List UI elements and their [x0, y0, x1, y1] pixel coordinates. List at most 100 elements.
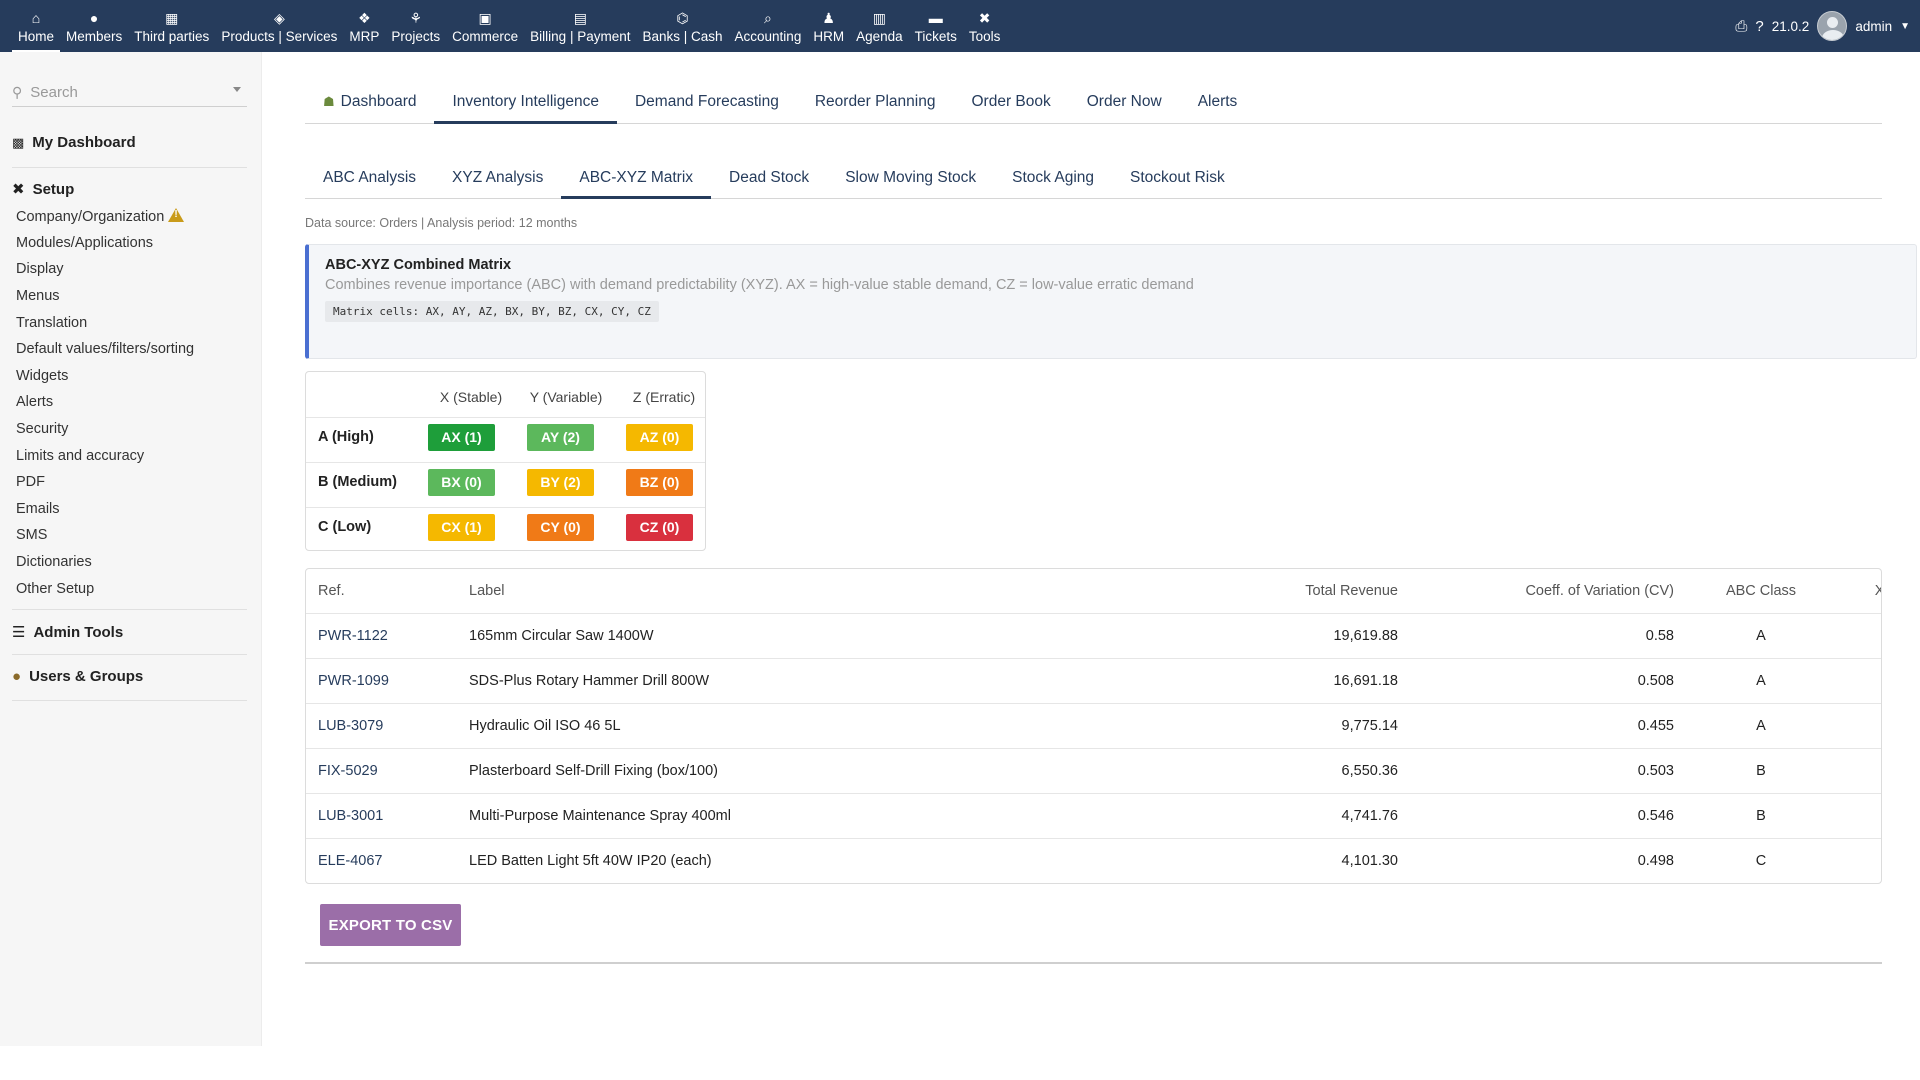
- info-box: ABC-XYZ Combined Matrix Combines revenue…: [305, 244, 1917, 359]
- cell-label: LED Batten Light 5ft 40W IP20 (each): [469, 853, 712, 869]
- tab-dashboard[interactable]: ☗ Dashboard: [305, 80, 434, 124]
- topnav-mrp[interactable]: ❖ MRP: [343, 0, 385, 52]
- sidebar-item-alerts[interactable]: Alerts: [16, 394, 53, 410]
- tab-inventory-intelligence[interactable]: Inventory Intelligence: [434, 80, 617, 124]
- col-header-ref[interactable]: Ref.: [318, 569, 345, 614]
- topnav-home[interactable]: ⌂ Home: [12, 0, 61, 52]
- avatar[interactable]: [1817, 11, 1848, 41]
- sidebar-item-label: Company/Organization: [16, 209, 165, 225]
- main-content: ☗ Dashboard Inventory Intelligence Demand…: [305, 52, 1917, 1046]
- cell-xyz: X: [1849, 839, 1881, 883]
- matrix-cell-bx[interactable]: BX (0): [428, 469, 495, 496]
- cell-revenue: 19,619.88: [1333, 628, 1398, 644]
- top-nav: ⌂ Home ● Members ▦ Third parties ◈ Products …: [12, 0, 1006, 52]
- chevron-down-icon[interactable]: ▼: [1900, 21, 1910, 32]
- col-header-revenue[interactable]: Total Revenue: [1006, 569, 1398, 614]
- topnav-agenda[interactable]: ▥ Agenda: [850, 0, 909, 52]
- cell-revenue: 16,691.18: [1333, 673, 1398, 689]
- sidebar-item-sms[interactable]: SMS: [16, 527, 47, 543]
- cell-revenue: 4,741.76: [1341, 808, 1398, 824]
- matrix-cell-cx[interactable]: CX (1): [428, 514, 495, 541]
- tab-order-now[interactable]: Order Now: [1069, 80, 1180, 124]
- sidebar-item-dictionaries[interactable]: Dictionaries: [16, 554, 92, 570]
- col-header-label[interactable]: Label: [469, 569, 504, 614]
- cell-ref[interactable]: LUB-3079: [318, 704, 383, 749]
- matrix-cell-by[interactable]: BY (2): [527, 469, 594, 496]
- matrix-cell-az[interactable]: AZ (0): [626, 424, 693, 451]
- topnav-label: Agenda: [856, 29, 903, 44]
- chevron-down-icon[interactable]: [233, 87, 241, 92]
- sidebar-item-other-setup[interactable]: Other Setup: [16, 581, 94, 597]
- topnav-tickets[interactable]: ▬ Tickets: [909, 0, 963, 52]
- sidebar-item-default-values[interactable]: Default values/filters/sorting: [16, 341, 194, 357]
- matrix-cell-cy[interactable]: CY (0): [527, 514, 594, 541]
- table-row: LUB-3079 Hydraulic Oil ISO 46 5L 9,775.14 0…: [306, 704, 1881, 749]
- tab-xyz-analysis[interactable]: XYZ Analysis: [434, 156, 561, 199]
- topnav-members[interactable]: ● Members: [60, 0, 128, 52]
- tab-slow-moving-stock[interactable]: Slow Moving Stock: [827, 156, 994, 199]
- cell-ref[interactable]: LUB-3001: [318, 794, 383, 839]
- tab-order-book[interactable]: Order Book: [953, 80, 1068, 124]
- search-icon: ⚲: [12, 84, 23, 100]
- topnav-accounting[interactable]: ⌕ Accounting: [729, 0, 808, 52]
- sidebar-item-company[interactable]: Company/Organization: [16, 208, 185, 225]
- matrix-cell-bz[interactable]: BZ (0): [626, 469, 693, 496]
- cell-ref[interactable]: PWR-1122: [318, 614, 388, 659]
- matrix-cell-ay[interactable]: AY (2): [527, 424, 594, 451]
- tab-reorder-planning[interactable]: Reorder Planning: [797, 80, 954, 124]
- sidebar-item-limits[interactable]: Limits and accuracy: [16, 448, 144, 464]
- help-icon[interactable]: ?: [1755, 18, 1763, 35]
- export-csv-button[interactable]: EXPORT TO CSV: [320, 904, 461, 946]
- topnav-tools[interactable]: ✖ Tools: [963, 0, 1007, 52]
- topnav-hrm[interactable]: ♟ HRM: [807, 0, 850, 52]
- tab-stockout-risk[interactable]: Stockout Risk: [1112, 156, 1243, 199]
- bank-icon: ⌬: [676, 10, 689, 26]
- tab-stock-aging[interactable]: Stock Aging: [994, 156, 1112, 199]
- sidebar-users-groups[interactable]: ● Users & Groups: [12, 668, 247, 685]
- topnav-commerce[interactable]: ▣ Commerce: [446, 0, 524, 52]
- col-header-abc[interactable]: ABC Class: [1701, 569, 1821, 614]
- user-name[interactable]: admin: [1855, 19, 1892, 34]
- sidebar-item-emails[interactable]: Emails: [16, 501, 60, 517]
- sidebar-item-translation[interactable]: Translation: [16, 315, 87, 331]
- table-header-row: Ref. Label Total Revenue Coeff. of Varia…: [306, 569, 1881, 614]
- col-header-cv[interactable]: Coeff. of Variation (CV): [1406, 569, 1674, 614]
- sidebar-item-security[interactable]: Security: [16, 421, 68, 437]
- matrix-row-label: A (High): [318, 429, 374, 445]
- topnav-projects[interactable]: ⚘ Projects: [385, 0, 446, 52]
- tab-abc-analysis[interactable]: ABC Analysis: [305, 156, 434, 199]
- matrix-cell-cz[interactable]: CZ (0): [626, 514, 693, 541]
- topnav-label: Banks | Cash: [642, 29, 723, 44]
- topnav-billing-payment[interactable]: ▤ Billing | Payment: [524, 0, 636, 52]
- sidebar-admin-tools[interactable]: ☰ Admin Tools: [12, 623, 247, 642]
- data-source-note: Data source: Orders | Analysis period: 1…: [305, 216, 578, 230]
- cell-ref[interactable]: ELE-4067: [318, 839, 383, 883]
- search-input[interactable]: [30, 84, 211, 101]
- cell-ref[interactable]: PWR-1099: [318, 659, 389, 704]
- sidebar-item-modules[interactable]: Modules/Applications: [16, 235, 153, 251]
- topnav-label: HRM: [813, 29, 845, 44]
- topnav-banks-cash[interactable]: ⌬ Banks | Cash: [636, 0, 728, 52]
- cell-ref[interactable]: FIX-5029: [318, 749, 378, 794]
- print-icon[interactable]: ⎙: [1735, 18, 1747, 35]
- sidebar-my-dashboard[interactable]: ▩ My Dashboard: [12, 134, 247, 151]
- user-icon: ●: [89, 10, 99, 26]
- sidebar-item-pdf[interactable]: PDF: [16, 474, 45, 490]
- tab-label: Dashboard: [340, 93, 417, 110]
- cell-abc: A: [1756, 718, 1766, 734]
- sidebar-section-label: My Dashboard: [32, 134, 136, 151]
- topnav-products-services[interactable]: ◈ Products | Services: [215, 0, 343, 52]
- matrix-cell-ax[interactable]: AX (1): [428, 424, 495, 451]
- tab-dead-stock[interactable]: Dead Stock: [711, 156, 827, 199]
- matrix-row-label: B (Medium): [318, 474, 397, 490]
- sidebar-setup[interactable]: ✖ Setup: [12, 180, 247, 199]
- col-header-xyz[interactable]: XYZ Class: [1849, 569, 1881, 614]
- tab-abc-xyz-matrix[interactable]: ABC-XYZ Matrix: [561, 156, 712, 199]
- sidebar-item-display[interactable]: Display: [16, 261, 64, 277]
- topnav-label: Accounting: [734, 29, 802, 44]
- tab-demand-forecasting[interactable]: Demand Forecasting: [617, 80, 797, 124]
- topnav-third-parties[interactable]: ▦ Third parties: [128, 0, 215, 52]
- sidebar-item-menus[interactable]: Menus: [16, 288, 60, 304]
- sidebar-item-widgets[interactable]: Widgets: [16, 368, 68, 384]
- tab-alerts[interactable]: Alerts: [1180, 80, 1256, 124]
